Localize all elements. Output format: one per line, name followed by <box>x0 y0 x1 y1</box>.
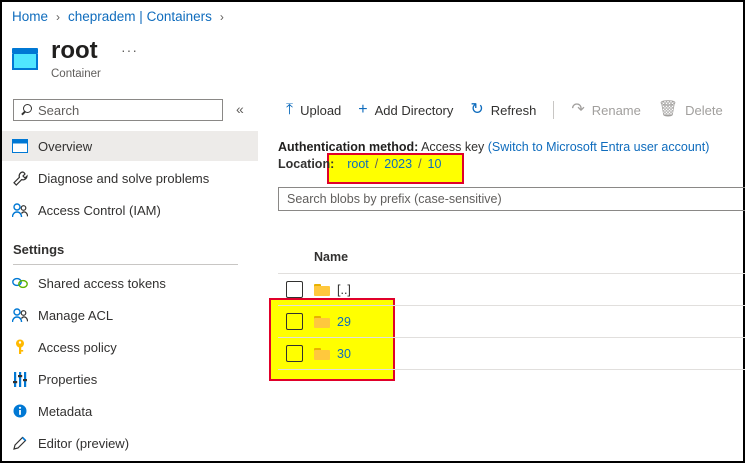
chevron-right-icon: › <box>56 9 61 24</box>
page-header: root Container <box>12 38 101 80</box>
upload-label: Upload <box>300 102 342 118</box>
sidebar-item-access-policy[interactable]: Access policy <box>2 332 258 362</box>
key-icon <box>12 339 28 355</box>
people-icon <box>12 307 28 323</box>
sidebar-item-editor[interactable]: Editor (preview) <box>2 428 258 458</box>
page-subtitle: Container <box>51 68 101 80</box>
sidebar-item-metadata[interactable]: Metadata <box>2 396 258 426</box>
rename-label: Rename <box>591 102 641 118</box>
collapse-sidebar-button[interactable]: « <box>236 101 244 117</box>
toolbar-divider <box>553 101 555 119</box>
folder-icon <box>314 283 330 296</box>
properties-icon <box>12 371 28 387</box>
sidebar-item-diagnose[interactable]: Diagnose and solve problems <box>2 163 258 193</box>
location-crumb-month[interactable]: 10 <box>428 157 442 171</box>
column-header-name[interactable]: Name <box>314 250 348 264</box>
chevron-right-icon: › <box>219 9 224 24</box>
path-separator: / <box>418 157 422 171</box>
sidebar-item-label: Properties <box>38 371 98 387</box>
folder-icon <box>314 315 330 328</box>
rename-button[interactable]: ↷ Rename <box>571 102 641 118</box>
sidebar-item-properties[interactable]: Properties <box>2 364 258 394</box>
refresh-icon: ↻ <box>470 101 484 118</box>
delete-label: Delete <box>685 102 723 118</box>
refresh-button[interactable]: ↻ Refresh <box>470 102 536 118</box>
add-directory-label: Add Directory <box>374 102 454 118</box>
blob-prefix-input[interactable] <box>287 192 727 206</box>
link-icon <box>12 275 28 291</box>
auth-label: Authentication method: <box>278 140 419 154</box>
breadcrumb-account[interactable]: chepradem | Containers <box>68 9 212 24</box>
location-crumb-root[interactable]: root <box>347 157 369 171</box>
auth-value: Access key <box>421 140 485 154</box>
table-row[interactable]: [..] <box>278 274 745 306</box>
more-options-button[interactable]: ··· <box>121 42 138 58</box>
switch-auth-link[interactable]: (Switch to Microsoft Entra user account) <box>488 140 710 154</box>
pencil-icon <box>12 435 28 451</box>
location-label: Location: <box>278 157 335 171</box>
trash-icon: 🗑 <box>657 101 679 118</box>
folder-icon <box>314 347 330 360</box>
sidebar-item-label: Editor (preview) <box>38 435 130 451</box>
row-name[interactable]: 29 <box>337 315 351 329</box>
page-title: root <box>51 37 98 64</box>
sidebar-item-iam[interactable]: Access Control (IAM) <box>2 195 258 225</box>
overview-icon <box>12 138 28 154</box>
search-icon <box>20 104 32 116</box>
sidebar-item-label: Shared access tokens <box>38 275 166 291</box>
sidebar-item-label: Access policy <box>38 339 117 355</box>
sidebar-search-input[interactable] <box>38 102 218 118</box>
row-checkbox[interactable] <box>286 281 303 298</box>
sidebar-item-manage-acl[interactable]: Manage ACL <box>2 300 258 330</box>
sidebar-item-overview[interactable]: Overview <box>2 131 258 161</box>
people-icon <box>12 202 28 218</box>
table-row[interactable]: 30 <box>278 338 745 370</box>
sidebar-item-label: Manage ACL <box>38 307 114 323</box>
upload-button[interactable]: ⤒ Upload <box>286 102 341 118</box>
row-name[interactable]: [..] <box>337 283 351 297</box>
table-row[interactable]: 29 <box>278 306 745 338</box>
sidebar-item-shared-access-tokens[interactable]: Shared access tokens <box>2 268 258 298</box>
blob-prefix-search[interactable] <box>278 187 745 211</box>
add-directory-button[interactable]: + Add Directory <box>358 102 453 118</box>
delete-button[interactable]: 🗑 Delete <box>658 102 723 118</box>
location-path: Location: root / 2023 / 10 <box>278 157 441 171</box>
sidebar-search[interactable] <box>13 99 223 121</box>
refresh-label: Refresh <box>490 102 537 118</box>
plus-icon: + <box>358 101 368 118</box>
location-crumb-year[interactable]: 2023 <box>384 157 412 171</box>
sidebar-item-label: Metadata <box>38 403 93 419</box>
sidebar-item-label: Diagnose and solve problems <box>38 170 210 186</box>
row-checkbox[interactable] <box>286 345 303 362</box>
rename-icon: ↷ <box>571 101 585 118</box>
upload-icon: ⤒ <box>286 101 294 118</box>
sidebar-item-label: Access Control (IAM) <box>38 202 161 218</box>
divider <box>13 264 238 265</box>
authentication-method: Authentication method: Access key (Switc… <box>278 140 709 154</box>
wrench-icon <box>12 170 28 186</box>
settings-section-label: Settings <box>13 242 65 257</box>
row-name[interactable]: 30 <box>337 347 351 361</box>
sidebar-item-label: Overview <box>38 138 93 154</box>
path-separator: / <box>374 157 379 171</box>
breadcrumb-home[interactable]: Home <box>12 9 48 24</box>
row-checkbox[interactable] <box>286 313 303 330</box>
container-icon <box>12 48 38 70</box>
info-icon <box>12 403 28 419</box>
breadcrumb: Home › chepradem | Containers › <box>12 9 224 24</box>
command-bar: ⤒ Upload + Add Directory ↻ Refresh ↷ Ren… <box>286 98 740 122</box>
